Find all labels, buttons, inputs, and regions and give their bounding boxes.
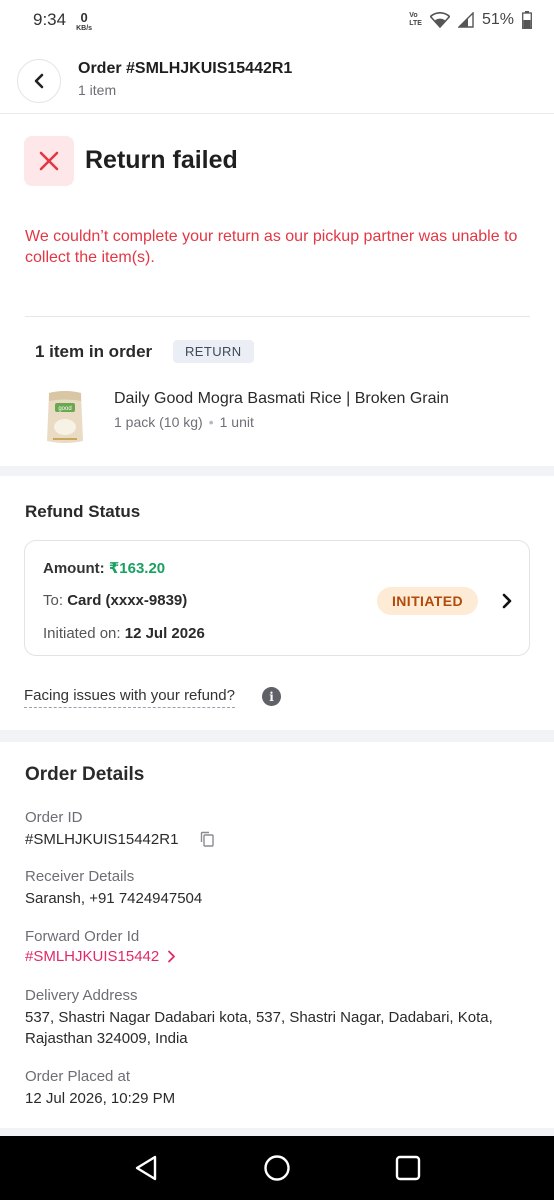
square-recents-icon	[396, 1155, 421, 1181]
refund-initiated-label: Initiated on:	[43, 625, 121, 642]
chevron-right-icon	[168, 950, 176, 963]
forward-order-value: #SMLHJKUIS15442	[25, 948, 160, 965]
volte-top: Vo	[409, 12, 418, 19]
nav-back-button[interactable]	[126, 1148, 166, 1188]
network-speed-value: 0	[80, 9, 88, 25]
refund-details-chevron[interactable]	[499, 591, 515, 611]
status-bar: 9:34 0 KB/s Vo LTE 51%	[0, 0, 554, 40]
product-image-label: good	[58, 406, 71, 412]
battery-percent: 51%	[481, 11, 514, 28]
product-image[interactable]: good	[45, 389, 85, 445]
status-time: 9:34	[33, 10, 67, 29]
refund-amount: Amount: ₹163.20	[43, 559, 165, 577]
refund-initiated-date: Initiated on: 12 Jul 2026	[43, 625, 205, 642]
network-speed: 0 KB/s	[76, 11, 92, 32]
order-id-label: Order ID	[25, 809, 83, 826]
order-placed-label: Order Placed at	[25, 1068, 131, 1085]
receiver-value: Saransh, +91 7424947504	[25, 890, 203, 907]
system-nav-bar	[0, 1136, 554, 1200]
status-icons: Vo LTE 51%	[409, 11, 532, 29]
refund-destination-value: Card (xxxx-9839)	[67, 592, 188, 609]
delivery-address-value: 537, Shastri Nagar Dadabari kota, 537, S…	[25, 1009, 493, 1047]
chevron-left-icon	[34, 73, 44, 89]
battery-icon	[522, 11, 532, 29]
refund-amount-value: ₹163.20	[108, 560, 166, 577]
close-icon	[39, 151, 59, 171]
refund-initiated-value: 12 Jul 2026	[124, 625, 205, 642]
receiver-label: Receiver Details	[25, 868, 135, 885]
order-details-title: Order Details	[25, 764, 145, 785]
wifi-icon	[429, 12, 450, 28]
refund-amount-label: Amount:	[43, 560, 105, 577]
refund-section-title: Refund Status	[25, 502, 141, 521]
return-failed-badge	[24, 136, 74, 186]
return-badge: RETURN	[173, 340, 254, 363]
items-heading: 1 item in order	[35, 342, 153, 361]
product-quantity: 1 unit	[219, 414, 254, 430]
return-status-title: Return failed	[85, 146, 238, 174]
return-status-message: We couldn’t complete your return as our …	[25, 228, 518, 266]
refund-status-badge: INITIATED	[377, 587, 479, 615]
product-name[interactable]: Daily Good Mogra Basmati Rice | Broken G…	[114, 390, 449, 408]
back-button[interactable]	[17, 59, 61, 103]
order-id-value: #SMLHJKUIS15442R1	[25, 831, 179, 848]
section-separator	[0, 1128, 554, 1136]
info-icon[interactable]: i	[262, 687, 281, 706]
order-header: Order #SMLHJKUIS15442R1 1 item	[0, 40, 554, 114]
divider	[25, 316, 530, 317]
copy-icon[interactable]	[199, 831, 215, 847]
refund-status-card[interactable]: Amount: ₹163.20 To: Card (xxxx-9839) Ini…	[24, 540, 530, 656]
volte-bottom: LTE	[409, 20, 422, 27]
forward-order-label: Forward Order Id	[25, 928, 140, 945]
section-separator	[0, 730, 554, 742]
nav-recents-button[interactable]	[388, 1148, 428, 1188]
forward-order-link[interactable]: #SMLHJKUIS15442	[25, 948, 176, 965]
product-pack: 1 pack (10 kg)	[114, 414, 203, 430]
signal-icon	[457, 12, 474, 28]
refund-destination: To: Card (xxxx-9839)	[43, 592, 187, 609]
refund-destination-label: To:	[43, 592, 64, 609]
volte-icon: Vo LTE	[409, 12, 422, 28]
network-speed-unit: KB/s	[76, 24, 93, 32]
order-placed-value: 12 Jul 2026, 10:29 PM	[25, 1090, 176, 1107]
refund-help-link[interactable]: Facing issues with your refund?	[24, 687, 235, 708]
nav-home-button[interactable]	[257, 1148, 297, 1188]
meta-separator: •	[208, 414, 214, 430]
page-title: Order #SMLHJKUIS15442R1	[78, 60, 293, 77]
chevron-right-icon	[502, 593, 512, 609]
triangle-back-icon	[135, 1155, 156, 1181]
circle-home-icon	[264, 1155, 290, 1181]
product-meta: 1 pack (10 kg) • 1 unit	[114, 414, 254, 430]
section-separator	[0, 466, 554, 476]
page-subtitle: 1 item	[78, 82, 117, 98]
delivery-address-label: Delivery Address	[25, 987, 138, 1004]
